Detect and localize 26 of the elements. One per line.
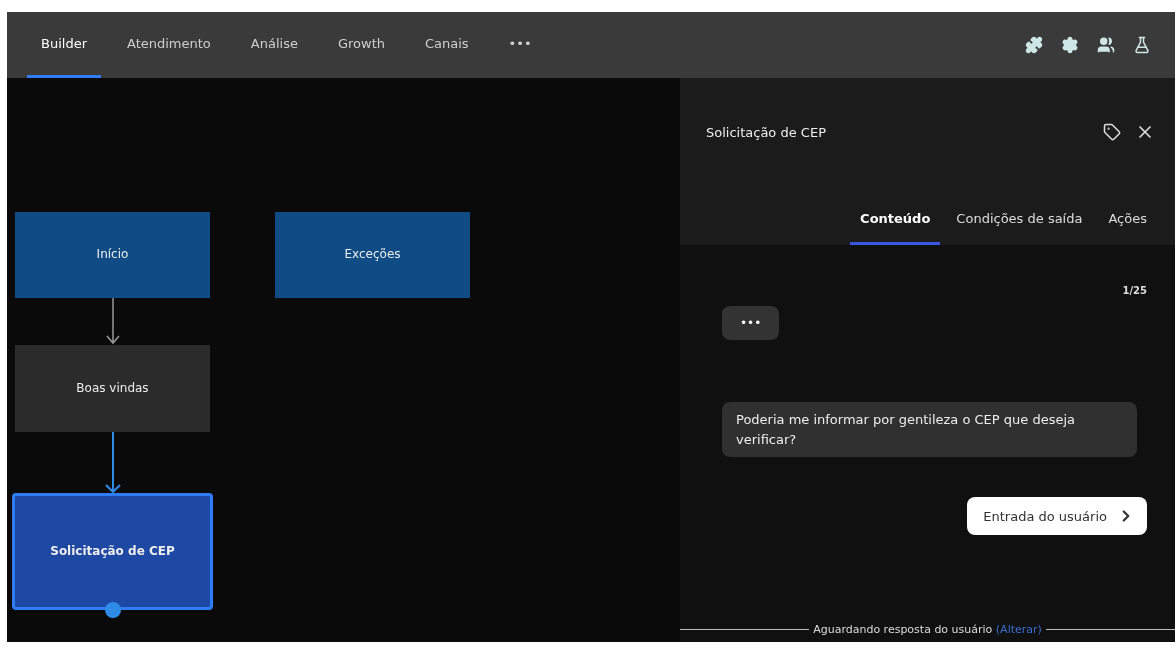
- flow-node[interactable]: Solicitação de CEP: [12, 493, 213, 610]
- message-counter: 1/25: [1122, 285, 1147, 296]
- connector-arrow: [105, 432, 121, 493]
- more-button[interactable]: •••: [494, 12, 546, 78]
- nav-tab[interactable]: Atendimento: [113, 12, 225, 78]
- typing-bubble: •••: [722, 306, 780, 340]
- change-link[interactable]: (Alterar): [995, 623, 1042, 636]
- flask-icon[interactable]: [1133, 36, 1151, 54]
- panel-title: Solicitação de CEP: [706, 124, 827, 140]
- flow-node[interactable]: Exceções: [275, 212, 470, 298]
- user-input-button[interactable]: Entrada do usuário: [967, 497, 1147, 535]
- nav-tab[interactable]: Growth: [323, 12, 399, 78]
- panel-tab[interactable]: Ações: [1098, 197, 1157, 245]
- panel-tab[interactable]: Conteúdo: [850, 197, 941, 245]
- nav-tab[interactable]: Canais: [410, 12, 483, 78]
- flow-node[interactable]: Início: [15, 212, 210, 298]
- flow-node[interactable]: Boas vindas: [15, 345, 210, 432]
- panel-tab[interactable]: Condições de saída: [946, 197, 1093, 245]
- users-icon[interactable]: [1097, 36, 1115, 54]
- nav-tab[interactable]: Análise: [236, 12, 312, 78]
- status-text: Aguardando resposta do usuário (Alterar): [813, 623, 1042, 636]
- tag-icon[interactable]: [1103, 123, 1121, 141]
- settings-icon[interactable]: [1061, 36, 1079, 54]
- message-bubble: Poderia me informar por gentileza o CEP que deseja verificar?: [722, 402, 1137, 457]
- puzzle-icon[interactable]: [1025, 36, 1043, 54]
- connector-arrow: [106, 298, 120, 345]
